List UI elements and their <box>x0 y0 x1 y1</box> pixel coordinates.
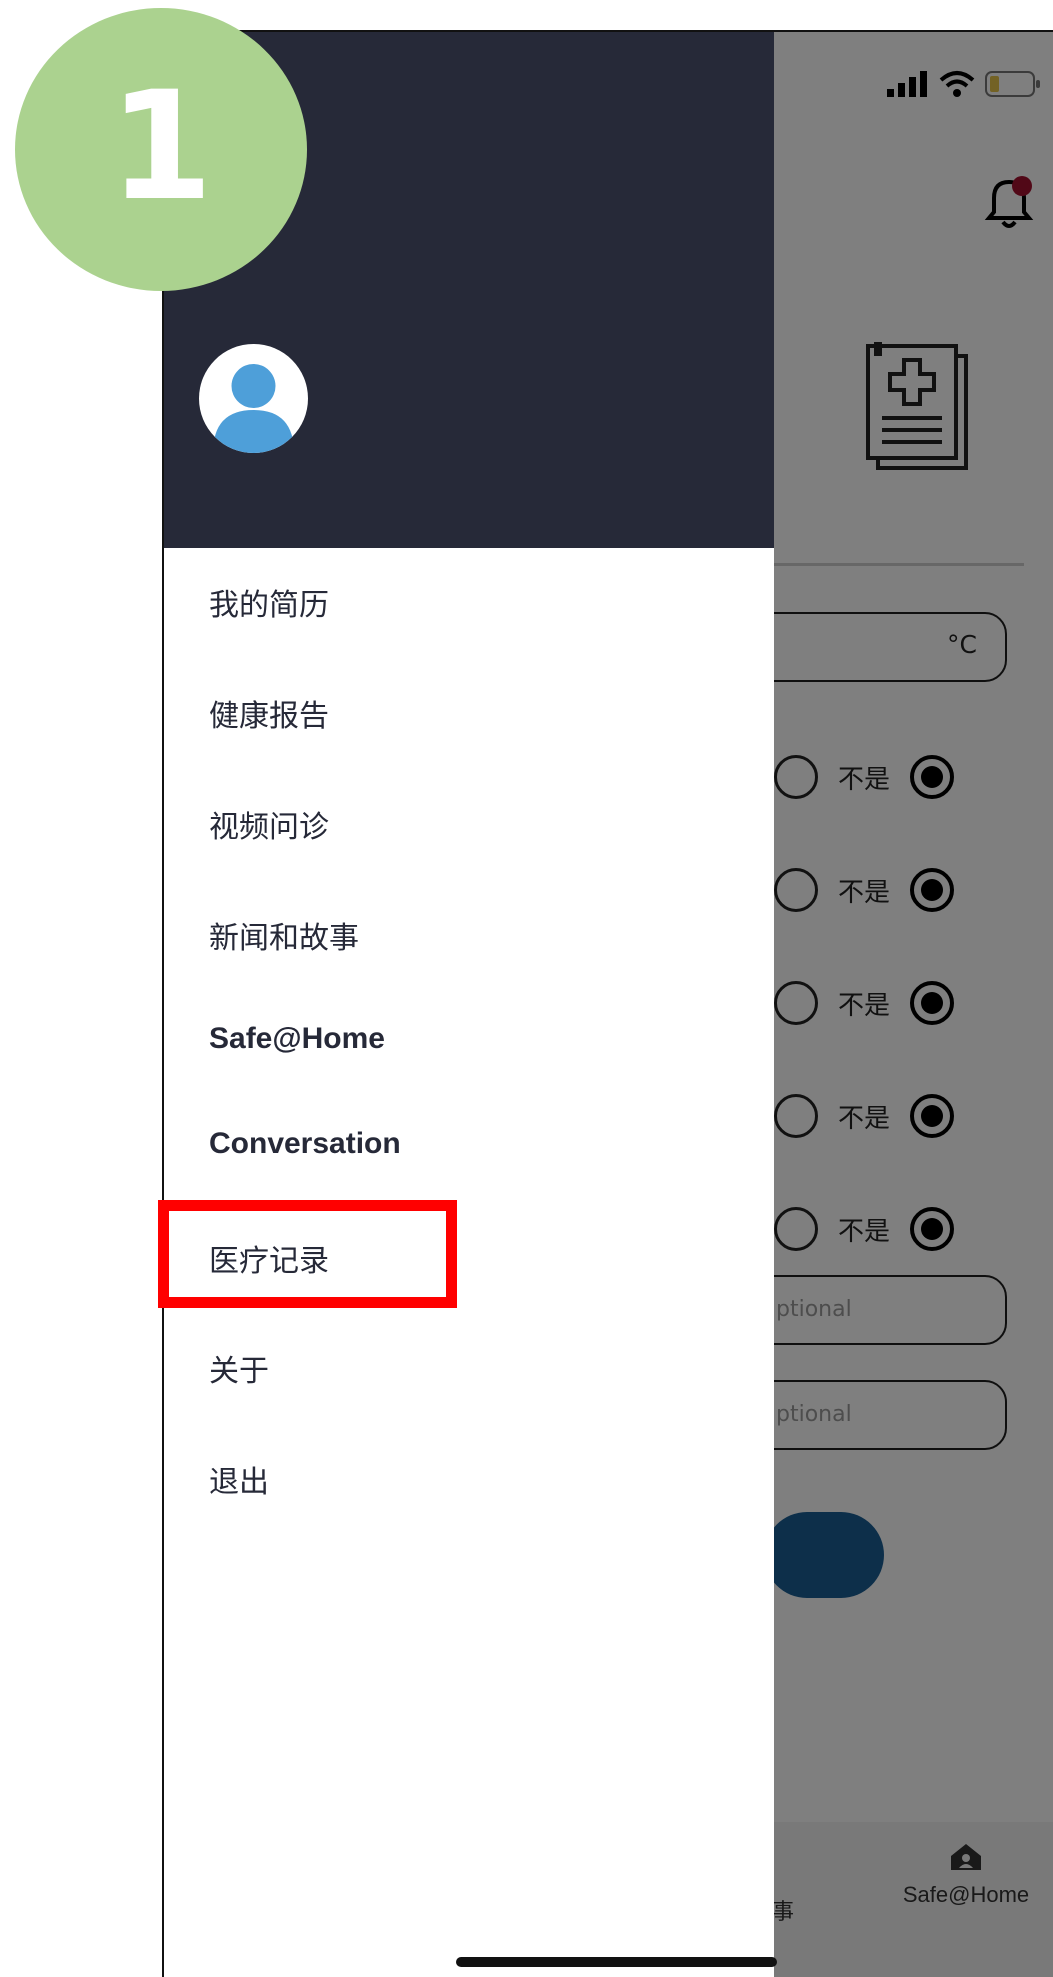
step-badge: 1 <box>15 8 307 291</box>
menu-item-about[interactable]: 关于 <box>209 1346 269 1390</box>
highlight-box <box>158 1200 457 1308</box>
user-icon <box>213 364 294 453</box>
navigation-drawer: 我的简历 健康报告 视频问诊 新闻和故事 Safe@Home Conversat… <box>164 32 774 1977</box>
menu-item-health-report[interactable]: 健康报告 <box>209 691 329 735</box>
menu-item-safe-at-home[interactable]: Safe@Home <box>209 1022 385 1056</box>
menu-item-news-stories[interactable]: 新闻和故事 <box>209 913 359 957</box>
menu-item-resume[interactable]: 我的简历 <box>209 580 329 624</box>
avatar[interactable] <box>199 344 308 453</box>
home-indicator <box>456 1957 777 1967</box>
menu-item-conversation[interactable]: Conversation <box>209 1127 401 1161</box>
menu-item-logout[interactable]: 退出 <box>209 1457 269 1501</box>
screenshot-frame: 31 <box>0 0 1053 1977</box>
step-number: 1 <box>108 59 214 234</box>
menu-item-video-consult[interactable]: 视频问诊 <box>209 802 329 846</box>
phone-screen: 31 <box>162 30 1053 1977</box>
